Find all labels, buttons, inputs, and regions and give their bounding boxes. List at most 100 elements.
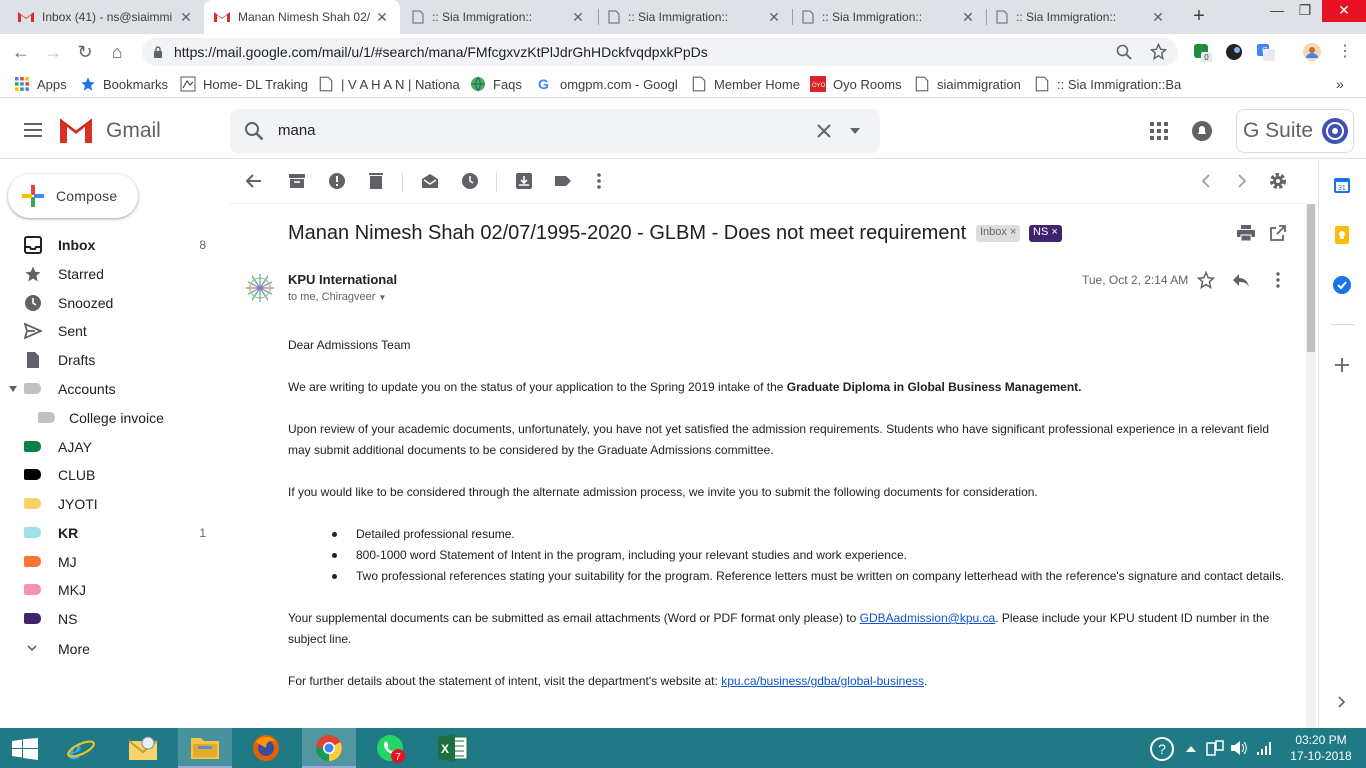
recipients-line[interactable]: to me, Chiragveer ▼ bbox=[288, 291, 386, 303]
tab-close-icon[interactable]: ✕ bbox=[766, 9, 782, 26]
bookmark-omgpm[interactable]: G omgpm.com - Googl bbox=[537, 76, 678, 92]
sidebar-item-mj[interactable]: MJ bbox=[0, 548, 220, 576]
sidebar-item-ajay[interactable]: AJAY bbox=[0, 433, 220, 461]
browser-menu-icon[interactable]: ⋮ bbox=[1334, 41, 1356, 63]
browser-tab-inbox[interactable]: Inbox (41) - ns@siaimmi ✕ bbox=[8, 0, 204, 34]
archive-icon[interactable] bbox=[287, 171, 307, 191]
settings-gear-icon[interactable] bbox=[1268, 171, 1288, 191]
snooze-icon[interactable] bbox=[460, 171, 480, 191]
sidebar-item-jyoti[interactable]: JYOTI bbox=[0, 490, 220, 518]
taskbar-firefox[interactable] bbox=[240, 728, 294, 768]
extension-icon[interactable]: 0 bbox=[1192, 42, 1212, 62]
sidebar-item-kr[interactable]: KR 1 bbox=[0, 519, 220, 547]
mail-search-box[interactable]: mana bbox=[230, 109, 880, 153]
volume-icon[interactable] bbox=[1230, 740, 1248, 756]
address-bar[interactable]: https://mail.google.com/mail/u/1/#search… bbox=[142, 38, 1178, 66]
remove-label-icon[interactable]: × bbox=[1051, 226, 1057, 238]
system-clock[interactable]: 03:20 PM 17-10-2018 bbox=[1288, 732, 1354, 764]
sidebar-item-snoozed[interactable]: Snoozed bbox=[0, 289, 220, 317]
open-new-window-icon[interactable] bbox=[1270, 225, 1286, 241]
help-icon[interactable]: ? bbox=[1150, 737, 1174, 761]
sidebar-item-club[interactable]: CLUB bbox=[0, 461, 220, 489]
restore-icon[interactable]: ❐ bbox=[1290, 0, 1320, 22]
google-apps-icon[interactable] bbox=[1150, 122, 1168, 140]
search-options-icon[interactable] bbox=[850, 128, 860, 134]
tab-close-icon[interactable]: ✕ bbox=[374, 9, 390, 26]
translate-icon[interactable]: G bbox=[1256, 42, 1276, 62]
sidebar-item-inbox[interactable]: Inbox 8 bbox=[0, 231, 220, 259]
sidebar-item-accounts[interactable]: Accounts bbox=[0, 375, 220, 403]
print-icon[interactable] bbox=[1237, 225, 1255, 241]
bookmark-siaimmigration[interactable]: siaimmigration bbox=[914, 76, 1021, 92]
bookmark-vahan[interactable]: | V A H A N | Nationa bbox=[318, 76, 460, 92]
tasks-icon[interactable] bbox=[1333, 276, 1351, 294]
bookmark-apps[interactable]: Apps bbox=[14, 76, 67, 92]
keep-icon[interactable] bbox=[1333, 226, 1351, 244]
newer-message-icon[interactable] bbox=[1196, 171, 1216, 191]
message-more-icon[interactable] bbox=[1270, 271, 1286, 289]
sidebar-more[interactable]: More bbox=[0, 635, 220, 663]
forward-icon[interactable]: → bbox=[42, 41, 64, 63]
sidebar-item-mkj[interactable]: MKJ bbox=[0, 576, 220, 604]
main-menu-icon[interactable] bbox=[24, 123, 42, 137]
search-icon[interactable] bbox=[244, 121, 264, 141]
move-to-icon[interactable] bbox=[514, 171, 534, 191]
browser-tab-message[interactable]: Manan Nimesh Shah 02/ ✕ bbox=[204, 0, 400, 34]
expand-caret-icon[interactable] bbox=[9, 386, 17, 392]
sidebar-item-drafts[interactable]: Drafts bbox=[0, 346, 220, 374]
search-input[interactable]: mana bbox=[278, 122, 316, 139]
browser-tab-sia-1[interactable]: :: Sia Immigration:: ✕ bbox=[402, 0, 596, 34]
bookmark-dl-tracking[interactable]: Home- DL Traking bbox=[180, 76, 308, 92]
remove-label-icon[interactable]: × bbox=[1010, 226, 1016, 238]
sidebar-item-starred[interactable]: Starred bbox=[0, 260, 220, 288]
taskbar-outlook[interactable] bbox=[116, 728, 170, 768]
minimize-icon[interactable]: — bbox=[1262, 0, 1292, 22]
sidebar-item-sent[interactable]: Sent bbox=[0, 317, 220, 345]
admission-email-link[interactable]: GDBAadmission@kpu.ca bbox=[860, 611, 996, 625]
tab-close-icon[interactable]: ✕ bbox=[960, 9, 976, 26]
expand-panel-icon[interactable] bbox=[1337, 696, 1347, 708]
taskbar-file-explorer[interactable] bbox=[178, 728, 232, 768]
sender-name[interactable]: KPU International bbox=[288, 272, 397, 287]
more-actions-icon[interactable] bbox=[589, 171, 609, 191]
bookmarks-overflow-icon[interactable]: » bbox=[1336, 76, 1344, 92]
bookmark-sia-ba[interactable]: :: Sia Immigration::Ba bbox=[1034, 76, 1181, 92]
star-message-icon[interactable] bbox=[1197, 271, 1215, 289]
bookmark-oyo[interactable]: OYO Oyo Rooms bbox=[810, 76, 902, 92]
window-close-icon[interactable]: ✕ bbox=[1322, 0, 1366, 22]
sidebar-item-ns[interactable]: NS bbox=[0, 605, 220, 633]
taskbar-excel[interactable]: X bbox=[426, 728, 480, 768]
dark-extension-icon[interactable] bbox=[1224, 42, 1244, 62]
delete-icon[interactable] bbox=[366, 171, 386, 191]
scrollbar-thumb[interactable] bbox=[1307, 204, 1315, 352]
reply-icon[interactable] bbox=[1232, 272, 1250, 288]
taskbar-whatsapp[interactable]: 7 bbox=[364, 728, 418, 768]
bookmark-faqs[interactable]: Faqs bbox=[470, 76, 522, 92]
gmail-logo-icon[interactable] bbox=[58, 116, 94, 144]
gsuite-account-button[interactable]: G Suite bbox=[1236, 109, 1354, 153]
new-tab-button[interactable]: + bbox=[1188, 6, 1210, 28]
back-icon[interactable]: ← bbox=[10, 41, 32, 63]
device-icon[interactable] bbox=[1206, 740, 1224, 756]
profile-icon[interactable] bbox=[1302, 42, 1322, 62]
windows-start-icon[interactable] bbox=[12, 738, 38, 760]
browser-tab-sia-3[interactable]: :: Sia Immigration:: ✕ bbox=[792, 0, 986, 34]
bookmark-member-home[interactable]: Member Home bbox=[691, 76, 800, 92]
tab-close-icon[interactable]: ✕ bbox=[570, 9, 586, 26]
recipient-details-icon[interactable]: ▼ bbox=[379, 293, 387, 302]
reload-icon[interactable]: ↻ bbox=[74, 41, 96, 63]
taskbar-internet-explorer[interactable]: e bbox=[54, 728, 108, 768]
bookmark-star-icon[interactable] bbox=[1150, 43, 1167, 60]
tab-close-icon[interactable]: ✕ bbox=[1150, 9, 1166, 26]
add-addon-icon[interactable] bbox=[1335, 358, 1349, 372]
home-icon[interactable]: ⌂ bbox=[106, 41, 128, 63]
compose-button[interactable]: Compose bbox=[8, 174, 138, 218]
label-chip-inbox[interactable]: Inbox × bbox=[976, 225, 1021, 242]
tray-expand-icon[interactable] bbox=[1186, 744, 1196, 752]
department-website-link[interactable]: kpu.ca/business/gdba/global-business bbox=[721, 674, 924, 688]
report-spam-icon[interactable] bbox=[327, 171, 347, 191]
browser-tab-sia-2[interactable]: :: Sia Immigration:: ✕ bbox=[598, 0, 792, 34]
taskbar-chrome[interactable] bbox=[302, 728, 356, 768]
network-signal-icon[interactable] bbox=[1256, 740, 1272, 756]
older-message-icon[interactable] bbox=[1232, 171, 1252, 191]
